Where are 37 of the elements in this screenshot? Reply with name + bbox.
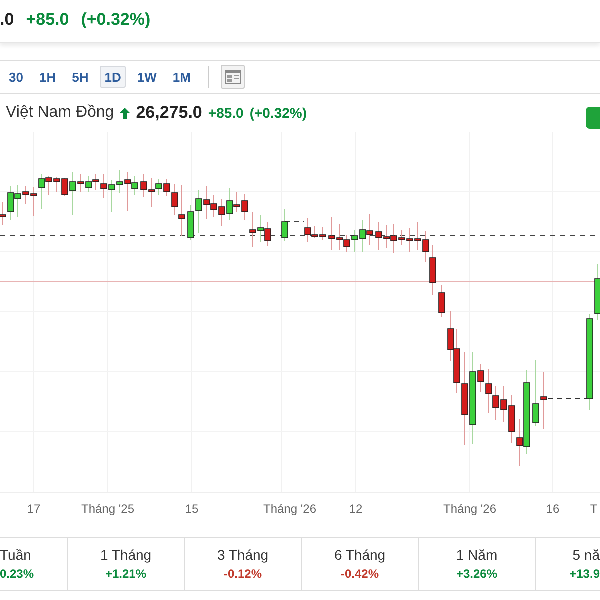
- header-price: .0: [0, 10, 14, 30]
- quote-price: 26,275.0: [136, 103, 202, 123]
- up-arrow-icon: [120, 108, 130, 118]
- axis-label: Tháng '25: [82, 502, 134, 516]
- quote-change: +85.0: [208, 105, 244, 121]
- interval-button[interactable]: 5H: [67, 66, 94, 88]
- axis-label: 12: [349, 502, 363, 516]
- period-label: 1 Năm: [456, 547, 498, 563]
- interval-button[interactable]: 1D: [100, 66, 126, 88]
- period-change: 0.23%: [0, 567, 34, 581]
- axis-label: 16: [546, 502, 560, 516]
- quote-percent: (+0.32%): [250, 105, 308, 121]
- axis-label: Tháng '26: [444, 502, 496, 516]
- period-change: -0.42%: [340, 567, 380, 581]
- currency-name: Việt Nam Đồng: [6, 104, 114, 122]
- period-change: +1.21%: [105, 567, 147, 581]
- period-label: 6 Tháng: [334, 547, 386, 563]
- axis-label: 15: [185, 502, 199, 516]
- interval-button[interactable]: 1M: [168, 66, 196, 88]
- period-change: -0.12%: [224, 567, 262, 581]
- axis-label: T: [590, 502, 598, 516]
- period-label: 3 Tháng: [217, 547, 269, 563]
- axis-label: 17: [27, 502, 41, 516]
- action-button[interactable]: [586, 107, 600, 129]
- layout-icon[interactable]: [220, 65, 245, 89]
- interval-button[interactable]: 1H: [34, 66, 62, 88]
- header-percent: (+0.32%): [81, 10, 151, 30]
- period-label: 5 nă: [572, 547, 600, 563]
- period-label: 1 Tháng: [100, 547, 152, 563]
- header-change: +85.0: [26, 10, 70, 30]
- period-label: Tuần: [0, 547, 32, 563]
- axis-label: Tháng '26: [264, 502, 316, 516]
- period-change: +3.26%: [456, 567, 498, 581]
- period-change: +13.9: [570, 567, 600, 581]
- dashed-gap-line: [548, 398, 588, 400]
- interval-button[interactable]: 30: [4, 66, 28, 88]
- interval-button[interactable]: 1W: [132, 66, 162, 88]
